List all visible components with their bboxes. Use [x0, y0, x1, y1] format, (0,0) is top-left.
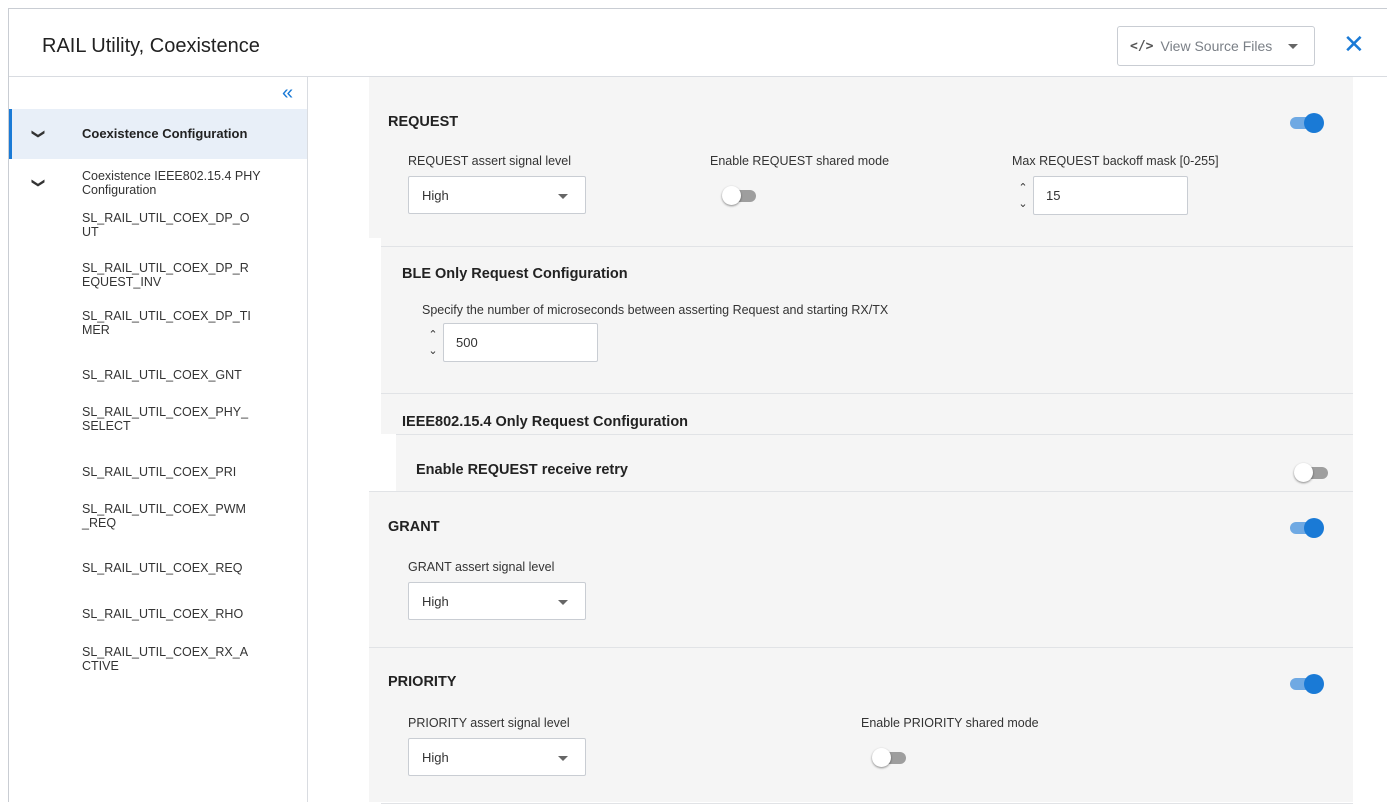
priority-section-title: PRIORITY	[388, 674, 457, 690]
request-shared-toggle[interactable]	[722, 186, 756, 205]
dialog-title: RAIL Utility, Coexistence	[42, 35, 260, 57]
request-backoff-label: Max REQUEST backoff mask [0-255]	[1012, 154, 1219, 168]
sidebar-item-coex-phy-select[interactable]: SL_RAIL_UTIL_COEX_PHY_SELECT	[9, 399, 307, 439]
caret-down-icon	[558, 756, 568, 761]
divider	[381, 393, 1353, 394]
sidebar-item-label: Coexistence Configuration	[82, 126, 248, 141]
stepper-down-icon[interactable]: ⌄	[1015, 196, 1031, 212]
ieee-section-title: IEEE802.15.4 Only Request Configuration	[402, 414, 689, 430]
close-icon[interactable]: ✕	[1343, 31, 1365, 57]
request-backoff-input[interactable]: 15	[1033, 176, 1188, 215]
content-left-gutter	[331, 77, 369, 811]
sidebar-item-coex-dp-request-inv[interactable]: SL_RAIL_UTIL_COEX_DP_REQUEST_INV	[9, 255, 307, 295]
sidebar-item-label: SL_RAIL_UTIL_COEX_REQ	[82, 561, 243, 575]
main-content: REQUEST REQUEST assert signal level High…	[331, 77, 1353, 811]
request-enable-toggle[interactable]	[1290, 113, 1324, 133]
sidebar: « ❯ Coexistence Configuration ❯ Coexiste…	[9, 77, 308, 802]
request-assert-select[interactable]: High	[408, 176, 586, 214]
grant-assert-select[interactable]: High	[408, 582, 586, 620]
priority-shared-toggle[interactable]	[872, 748, 906, 767]
chevron-down-icon[interactable]: ❯	[30, 129, 46, 140]
ieee-retry-label: Enable REQUEST receive retry	[416, 462, 628, 478]
priority-assert-value: High	[422, 750, 449, 765]
sidebar-item-coex-pri[interactable]: SL_RAIL_UTIL_COEX_PRI	[9, 457, 307, 487]
sidebar-item-label: SL_RAIL_UTIL_COEX_RHO	[82, 607, 244, 621]
sidebar-item-label: Coexistence IEEE802.15.4 PHY Configurati…	[82, 169, 261, 197]
priority-enable-toggle[interactable]	[1290, 674, 1324, 694]
sidebar-item-coex-pwm-req[interactable]: SL_RAIL_UTIL_COEX_PWM_REQ	[9, 496, 307, 536]
stepper-up-icon[interactable]: ⌃	[1015, 180, 1031, 196]
ble-section-title: BLE Only Request Configuration	[402, 266, 628, 282]
request-backoff-field: ⌃ ⌄ 15	[1015, 176, 1188, 215]
sidebar-item-label: SL_RAIL_UTIL_COEX_DP_OUT	[82, 211, 250, 239]
sidebar-item-label: SL_RAIL_UTIL_COEX_PHY_SELECT	[82, 405, 249, 433]
sidebar-item-coex-rho[interactable]: SL_RAIL_UTIL_COEX_RHO	[9, 599, 307, 629]
sidebar-item-coex-rx-active[interactable]: SL_RAIL_UTIL_COEX_RX_ACTIVE	[9, 639, 307, 679]
collapse-sidebar-icon[interactable]: «	[282, 83, 293, 103]
toggle-thumb	[1304, 518, 1324, 538]
sidebar-item-coex-dp-out[interactable]: SL_RAIL_UTIL_COEX_DP_OUT	[9, 205, 307, 245]
priority-shared-label: Enable PRIORITY shared mode	[861, 716, 1039, 730]
stepper-arrows[interactable]: ⌃ ⌄	[425, 327, 441, 359]
grant-assert-label: GRANT assert signal level	[408, 560, 555, 574]
content-indent-strip	[369, 238, 381, 434]
ble-us-label: Specify the number of microseconds betwe…	[422, 303, 889, 317]
chevron-down-icon[interactable]: ❯	[30, 178, 46, 189]
sidebar-item-coex-req[interactable]: SL_RAIL_UTIL_COEX_REQ	[9, 553, 307, 583]
sidebar-item-ieee802154-phy[interactable]: ❯ Coexistence IEEE802.15.4 PHY Configura…	[9, 163, 307, 203]
toggle-thumb	[722, 186, 741, 205]
sidebar-item-coex-gnt[interactable]: SL_RAIL_UTIL_COEX_GNT	[9, 360, 307, 390]
ble-us-field: ⌃ ⌄ 500	[425, 323, 598, 362]
divider	[369, 491, 1353, 492]
priority-assert-label: PRIORITY assert signal level	[408, 716, 570, 730]
priority-assert-select[interactable]: High	[408, 738, 586, 776]
grant-section-title: GRANT	[388, 519, 440, 535]
divider	[381, 803, 1353, 804]
dialog-header: RAIL Utility, Coexistence </> View Sourc…	[9, 9, 1387, 77]
dialog-window: RAIL Utility, Coexistence </> View Sourc…	[8, 8, 1387, 811]
sidebar-item-label: SL_RAIL_UTIL_COEX_GNT	[82, 368, 242, 382]
request-assert-value: High	[422, 188, 449, 203]
caret-down-icon	[558, 194, 568, 199]
divider	[369, 647, 1353, 648]
sidebar-item-label: SL_RAIL_UTIL_COEX_RX_ACTIVE	[82, 645, 249, 673]
request-shared-label: Enable REQUEST shared mode	[710, 154, 890, 168]
content-indent-strip	[369, 434, 396, 492]
request-assert-label: REQUEST assert signal level	[408, 154, 572, 168]
ble-us-input[interactable]: 500	[443, 323, 598, 362]
ieee-retry-toggle[interactable]	[1294, 463, 1328, 482]
view-source-files-dropdown[interactable]: </> View Source Files	[1117, 26, 1315, 66]
stepper-down-icon[interactable]: ⌄	[425, 343, 441, 359]
toggle-thumb	[1304, 674, 1324, 694]
request-section-title: REQUEST	[388, 114, 459, 130]
grant-assert-value: High	[422, 594, 449, 609]
caret-down-icon	[1288, 44, 1298, 49]
sidebar-item-label: SL_RAIL_UTIL_COEX_DP_REQUEST_INV	[82, 261, 249, 289]
sidebar-item-coex-dp-timer[interactable]: SL_RAIL_UTIL_COEX_DP_TIMER	[9, 303, 307, 343]
stepper-up-icon[interactable]: ⌃	[425, 327, 441, 343]
divider	[396, 434, 1353, 435]
code-icon: </>	[1130, 38, 1154, 54]
sidebar-item-label: SL_RAIL_UTIL_COEX_DP_TIMER	[82, 309, 251, 337]
sidebar-item-label: SL_RAIL_UTIL_COEX_PWM_REQ	[82, 502, 246, 530]
caret-down-icon	[558, 600, 568, 605]
divider	[381, 246, 1353, 247]
toggle-thumb	[872, 748, 891, 767]
toggle-thumb	[1294, 463, 1313, 482]
grant-enable-toggle[interactable]	[1290, 518, 1324, 538]
sidebar-item-label: SL_RAIL_UTIL_COEX_PRI	[82, 465, 237, 479]
view-source-label: View Source Files	[1160, 38, 1273, 54]
toggle-thumb	[1304, 113, 1324, 133]
sidebar-item-coexistence-configuration[interactable]: ❯ Coexistence Configuration	[9, 109, 307, 159]
stepper-arrows[interactable]: ⌃ ⌄	[1015, 180, 1031, 212]
